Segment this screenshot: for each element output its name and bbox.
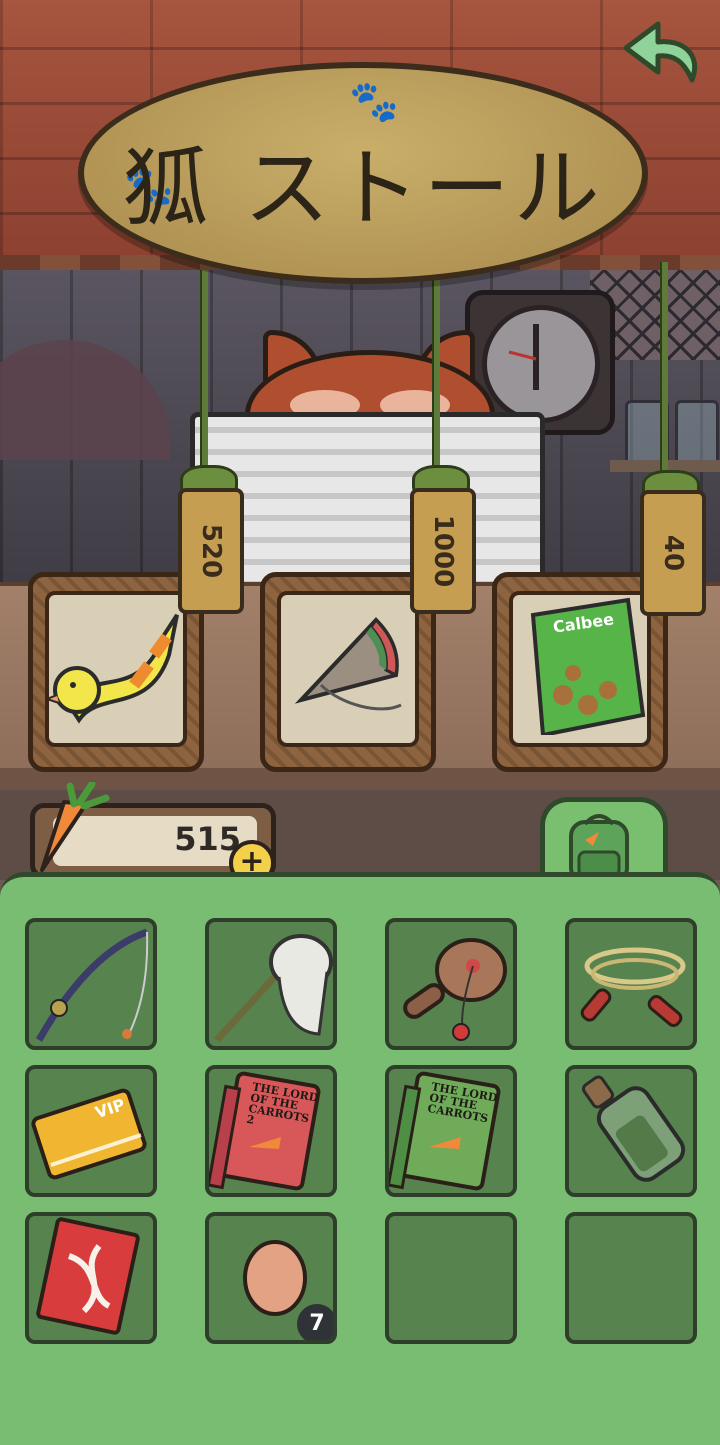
back-button[interactable]	[622, 14, 708, 84]
snack-bag-icon: Calbee	[530, 597, 646, 738]
inventory-slot-jump-rope[interactable]	[565, 918, 697, 1050]
paddle-ball-icon	[403, 938, 507, 1041]
vip-ticket-icon	[31, 1088, 147, 1180]
clock-face-icon	[482, 305, 600, 423]
shop-sign-title: 狐 ストール	[122, 139, 604, 239]
price-tag-1: 520	[178, 488, 244, 614]
seed-packet-icon	[36, 1217, 140, 1335]
fishing-rod-icon	[35, 928, 149, 1042]
bottle-icon	[581, 1075, 686, 1182]
price-label: 40	[658, 534, 688, 572]
inventory-slot-bottle[interactable]	[565, 1065, 697, 1197]
hanging-string	[200, 270, 208, 470]
inventory-slot-empty[interactable]	[565, 1212, 697, 1344]
jump-rope-icon	[580, 947, 686, 1027]
bug-net-icon	[214, 934, 333, 1043]
shop-scene: Calbee 520 1000 40 🐾 🐾 狐 ストール	[0, 0, 720, 790]
inventory-slot-fishing-rod[interactable]	[25, 918, 157, 1050]
back-arrow-icon	[623, 21, 698, 83]
inventory-slot-seed-packet[interactable]	[25, 1212, 157, 1344]
hanging-string	[660, 262, 668, 480]
inventory-slot-egg[interactable]: 7	[205, 1212, 337, 1344]
price-label: 1000	[428, 514, 458, 588]
inventory-slot-book-2[interactable]: THE LORD OF THE CARROTS 2	[205, 1065, 337, 1197]
carrot-icon	[34, 780, 114, 874]
price-tag-2: 1000	[410, 488, 476, 614]
price-tag-3: 40	[640, 490, 706, 616]
inventory-slot-vip-ticket[interactable]: VIP	[25, 1065, 157, 1197]
inventory-slot-empty[interactable]	[385, 1212, 517, 1344]
price-label: 520	[196, 523, 226, 579]
inventory-slot-paddle-ball[interactable]	[385, 918, 517, 1050]
jar-icon	[675, 400, 719, 466]
shop-sign: 🐾 🐾 狐 ストール	[78, 62, 648, 284]
hanging-string	[432, 265, 440, 470]
item-count-badge: 7	[297, 1304, 333, 1340]
spinning-top-icon	[294, 617, 402, 711]
inventory-slot-book[interactable]: THE LORD OF THE CARROTS	[385, 1065, 517, 1197]
inventory-slot-bug-net[interactable]	[205, 918, 337, 1050]
duck-float-icon	[49, 613, 179, 724]
